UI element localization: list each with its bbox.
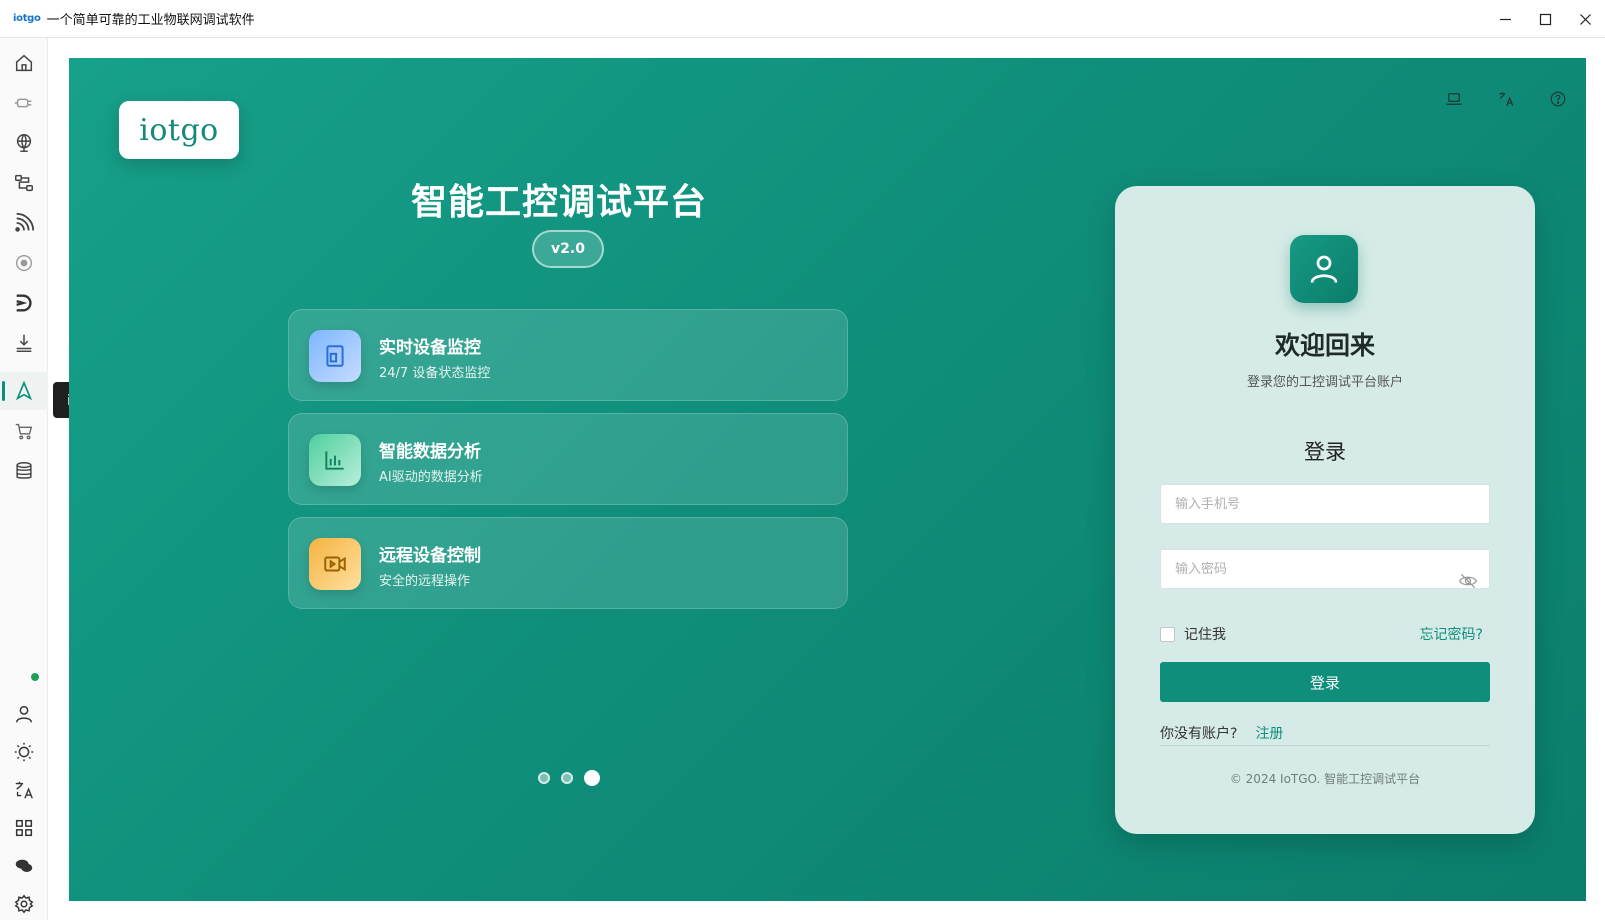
window-controls <box>1485 0 1605 38</box>
video-icon <box>324 556 346 572</box>
feature-icon-wrap <box>309 330 361 382</box>
minimize-button[interactable] <box>1485 0 1525 38</box>
carousel-indicators <box>538 770 600 786</box>
plug-icon <box>14 98 32 108</box>
maximize-button[interactable] <box>1525 0 1565 38</box>
user-icon <box>1310 255 1338 283</box>
avatar <box>1290 235 1358 303</box>
forgot-password-link[interactable]: 忘记密码? <box>1420 624 1483 644</box>
signup-row: 你没有账户? 注册 <box>1160 723 1490 746</box>
sidebar-item-rss[interactable] <box>0 204 48 242</box>
user-icon <box>15 705 33 723</box>
help-icon <box>1550 91 1566 107</box>
sidebar <box>0 38 48 920</box>
close-icon <box>1579 13 1591 25</box>
feature-subtitle: 安全的远程操作 <box>379 574 471 589</box>
version-badge: v2.0 <box>532 230 604 268</box>
copyright: © 2024 IoTGO. 智能工控调试平台 <box>1229 772 1421 786</box>
brand-logo-text: iotgo <box>139 112 219 148</box>
sidebar-item-flow[interactable] <box>0 164 48 202</box>
sidebar-item-theme[interactable] <box>0 733 48 771</box>
device-icon <box>326 345 344 367</box>
login-button[interactable]: 登录 <box>1160 662 1490 702</box>
welcome-title: 欢迎回来 <box>1274 331 1375 360</box>
device-toggle-button[interactable] <box>1441 86 1467 112</box>
database-icon <box>16 462 32 479</box>
target-icon <box>15 254 33 272</box>
minimize-icon <box>1499 18 1511 20</box>
sidebar-item-d-logo[interactable] <box>0 284 48 322</box>
feature-card-remote-control: 远程设备控制 安全的远程操作 <box>288 517 848 609</box>
signup-link[interactable]: 注册 <box>1255 723 1283 743</box>
d-logo-icon <box>16 294 32 312</box>
app-logo: iotgo <box>13 13 41 24</box>
home-icon <box>15 54 33 72</box>
remember-label: 记住我 <box>1184 627 1226 643</box>
feature-card-monitoring: 实时设备监控 24/7 设备状态监控 <box>288 309 848 401</box>
globe-icon <box>16 134 32 152</box>
maximize-icon <box>1539 13 1551 25</box>
sidebar-item-cart[interactable] <box>0 412 48 450</box>
chat-icon <box>15 859 33 872</box>
sidebar-item-apps[interactable] <box>0 809 48 847</box>
cart-icon <box>15 423 33 440</box>
remember-checkbox[interactable] <box>1160 626 1175 642</box>
no-account-label: 你没有账户? <box>1160 726 1238 742</box>
feature-subtitle: AI驱动的数据分析 <box>379 470 483 485</box>
help-button[interactable] <box>1545 86 1571 112</box>
sidebar-item-language[interactable] <box>0 771 48 809</box>
language-button[interactable] <box>1493 86 1519 112</box>
sidebar-item-download[interactable] <box>0 324 48 362</box>
sidebar-item-globe[interactable] <box>0 124 48 162</box>
feature-subtitle: 24/7 设备状态监控 <box>379 366 491 381</box>
phone-input[interactable] <box>1160 484 1490 524</box>
brand-logo: iotgo <box>119 101 239 159</box>
sidebar-item-settings[interactable] <box>0 885 48 920</box>
login-page: iotgo 智能工控调试平台 v2.0 实时设备监控 24/7 设备状态监控 智… <box>69 58 1586 901</box>
eye-off-icon <box>1458 573 1478 589</box>
title-bar: iotgo 一个简单可靠的工业物联网调试软件 <box>0 0 1605 38</box>
feature-title: 实时设备监控 <box>379 338 481 358</box>
navigate-icon <box>15 380 33 401</box>
chart-icon <box>325 451 344 470</box>
welcome-subtitle: 登录您的工控调试平台账户 <box>1246 375 1403 390</box>
translate-icon <box>1499 92 1514 107</box>
sidebar-item-plug[interactable] <box>0 84 48 122</box>
hero-title: 智能工控调试平台 <box>410 182 707 223</box>
close-button[interactable] <box>1565 0 1605 38</box>
settings-icon <box>14 894 34 914</box>
sun-icon <box>14 742 34 762</box>
apps-icon <box>15 819 33 837</box>
sidebar-item-database[interactable] <box>0 452 48 490</box>
sidebar-item-iotgo-home[interactable] <box>0 372 48 410</box>
top-toolbar <box>1441 86 1571 112</box>
sidebar-item-home[interactable] <box>0 44 48 82</box>
download-icon <box>16 334 32 352</box>
window-title: 一个简单可靠的工业物联网调试软件 <box>46 13 255 28</box>
carousel-dot[interactable] <box>561 772 573 784</box>
flow-icon <box>15 174 33 192</box>
password-input[interactable] <box>1160 549 1490 589</box>
login-heading: 登录 <box>1304 440 1346 464</box>
feature-title: 智能数据分析 <box>379 442 481 462</box>
feature-icon-wrap <box>309 538 361 590</box>
feature-card-analytics: 智能数据分析 AI驱动的数据分析 <box>288 413 848 505</box>
feature-title: 远程设备控制 <box>379 546 481 566</box>
translate-icon <box>15 781 33 799</box>
sidebar-item-user[interactable] <box>0 695 48 733</box>
carousel-dot[interactable] <box>538 772 550 784</box>
password-visibility-toggle[interactable] <box>1458 571 1478 591</box>
carousel-dot-active[interactable] <box>584 770 600 786</box>
feature-icon-wrap <box>309 434 361 486</box>
sidebar-item-target[interactable] <box>0 244 48 282</box>
laptop-icon <box>1446 93 1462 105</box>
login-panel: 欢迎回来 登录您的工控调试平台账户 登录 记住我 忘记密码? 登录 你没有账户?… <box>1115 186 1535 834</box>
online-status-dot <box>31 673 39 681</box>
rss-icon <box>15 212 35 232</box>
remember-me: 记住我 <box>1160 624 1226 644</box>
sidebar-item-chat[interactable] <box>0 847 48 885</box>
